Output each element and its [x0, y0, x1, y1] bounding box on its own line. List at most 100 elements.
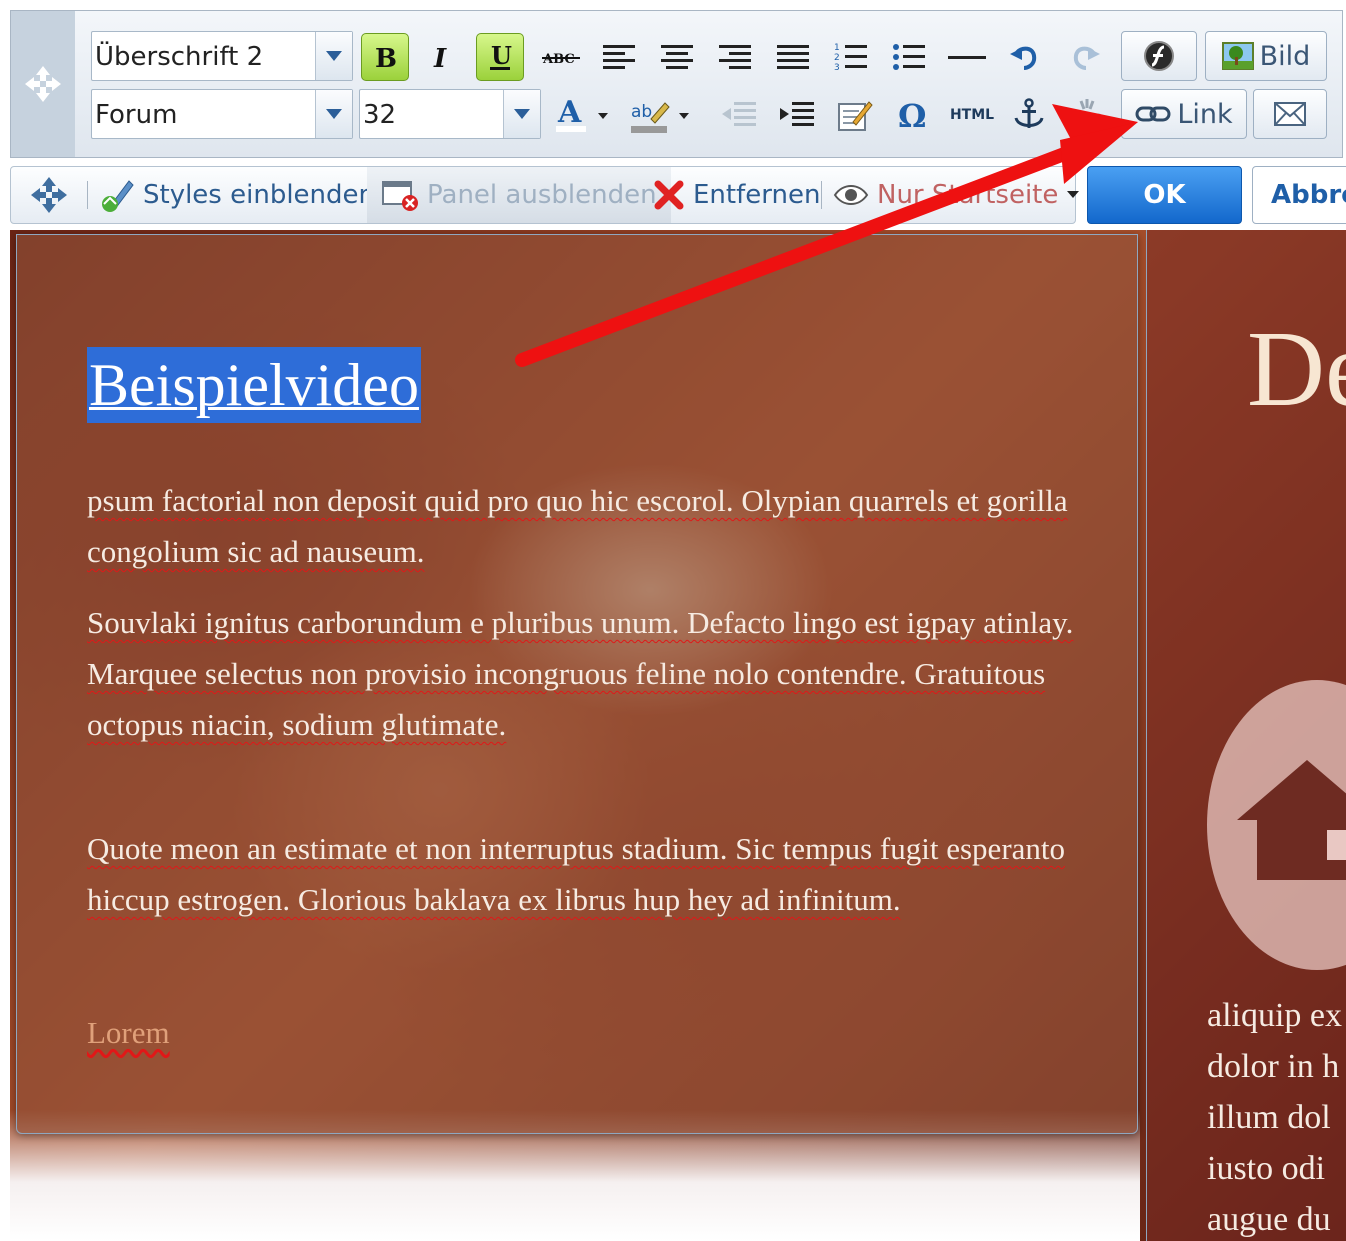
separator [821, 181, 822, 209]
align-center-icon [661, 45, 693, 69]
paragraph[interactable]: Quote meon an estimate et non interruptu… [87, 823, 1077, 925]
content-panel[interactable]: Beispielvideo psum factorial non deposit… [16, 234, 1138, 1134]
panel-hide-icon [382, 181, 418, 211]
underline-button[interactable]: U [476, 33, 524, 81]
underline-icon: U [490, 42, 512, 70]
omega-icon: Ω [898, 98, 926, 132]
outdent-button[interactable] [715, 91, 763, 139]
bullet-list-button[interactable] [885, 33, 933, 81]
unlink-icon [1069, 99, 1105, 127]
unlink-button[interactable] [1063, 91, 1111, 139]
numbered-list-icon: 123 [834, 43, 867, 73]
move-icon [31, 177, 67, 213]
hide-panel-label: Panel ausblenden [427, 180, 657, 210]
svg-text:ab: ab [631, 102, 652, 122]
align-left-button[interactable] [595, 33, 643, 81]
insert-link-label: Link [1177, 98, 1233, 130]
svg-text:2: 2 [834, 53, 840, 63]
edit-source-button[interactable] [831, 91, 879, 139]
toolbar-drag-handle[interactable] [11, 11, 75, 157]
right-content-column: De aliquip ex dolor in h illum dol iusto… [1146, 230, 1346, 1241]
chevron-down-icon[interactable] [315, 32, 352, 80]
svg-text:U: U [491, 42, 512, 70]
chevron-down-icon[interactable] [315, 90, 352, 138]
house-icon [1237, 760, 1346, 880]
paragraph[interactable]: psum factorial non deposit quid pro quo … [87, 475, 1077, 577]
cancel-label: Abbrechen [1271, 180, 1346, 210]
text-color-button[interactable]: A [551, 91, 617, 139]
right-column-title: De [1247, 310, 1346, 429]
redo-button[interactable] [1061, 33, 1109, 81]
horizontal-rule-icon [948, 56, 986, 59]
paragraph[interactable]: Souvlaki ignitus carborundum e pluribus … [87, 597, 1077, 750]
special-character-button[interactable]: Ω [889, 91, 937, 139]
right-column-line: aliquip ex [1207, 997, 1343, 1034]
insert-image-button[interactable]: Bild [1205, 31, 1327, 81]
svg-text:B: B [375, 44, 397, 71]
insert-image-label: Bild [1259, 40, 1311, 72]
svg-text:1: 1 [834, 43, 840, 53]
highlight-icon: ab [631, 102, 689, 133]
indent-button[interactable] [773, 91, 821, 139]
html-label: HTML [949, 107, 995, 123]
anchor-button[interactable] [1005, 91, 1053, 139]
svg-text:A: A [557, 95, 582, 130]
outdent-icon [722, 102, 756, 126]
svg-text:3: 3 [834, 63, 840, 73]
svg-text:Ω: Ω [898, 98, 926, 132]
highlight-color-button[interactable]: ab [627, 91, 697, 139]
hide-panel-button[interactable]: Panel ausblenden [367, 167, 671, 223]
paragraph-text: psum factorial non deposit quid pro quo … [87, 483, 1068, 569]
font-size-select[interactable]: 32 [359, 89, 541, 139]
horizontal-rule-button[interactable] [943, 33, 991, 81]
paragraph-format-value: Überschrift 2 [95, 42, 264, 72]
visibility-dropdown[interactable]: Nur Startseite [833, 167, 1080, 223]
right-column-line: iusto odi [1207, 1150, 1326, 1187]
align-right-button[interactable] [711, 33, 759, 81]
justify-button[interactable] [769, 33, 817, 81]
visibility-label: Nur Startseite [877, 180, 1059, 210]
strikethrough-button[interactable]: ABC [537, 33, 585, 81]
align-left-icon [603, 45, 635, 69]
show-styles-button[interactable]: Styles einblenden [99, 167, 375, 223]
panel-action-bar: Styles einblenden Panel ausblenden Entfe… [10, 166, 1080, 224]
font-family-value: Forum [95, 100, 178, 130]
flash-icon [1144, 41, 1174, 71]
home-circle-badge [1207, 680, 1346, 970]
ok-button[interactable]: OK [1087, 166, 1242, 224]
caret-down-icon [1067, 191, 1080, 198]
insert-email-button[interactable] [1253, 89, 1327, 139]
eye-icon [833, 185, 869, 205]
chain-link-icon [1135, 106, 1171, 122]
paragraph-text: Quote meon an estimate et non interruptu… [87, 831, 1066, 917]
align-center-button[interactable] [653, 33, 701, 81]
page-background-photo: Beispielvideo psum factorial non deposit… [10, 230, 1346, 1241]
anchor-icon [1014, 98, 1044, 128]
paragraph-format-select[interactable]: Überschrift 2 [91, 31, 353, 81]
numbered-list-button[interactable]: 123 [827, 33, 875, 81]
font-family-select[interactable]: Forum [91, 89, 353, 139]
flash-button[interactable] [1121, 31, 1197, 81]
html-source-button[interactable]: HTML [946, 91, 998, 139]
undo-button[interactable] [1001, 33, 1049, 81]
cancel-button[interactable]: Abbrechen [1252, 166, 1346, 224]
edit-form-icon [838, 101, 873, 131]
text-color-icon: A [556, 95, 608, 132]
panel-heading[interactable]: Beispielvideo [87, 347, 421, 423]
remove-button[interactable]: Entfernen [653, 167, 820, 223]
italic-button[interactable]: I [417, 33, 465, 81]
paragraph-text: Souvlaki ignitus carborundum e pluribus … [87, 605, 1074, 742]
align-justify-icon [777, 45, 809, 69]
red-x-icon [654, 180, 684, 210]
remove-label: Entfernen [693, 180, 821, 210]
insert-link-button[interactable]: Link [1121, 89, 1247, 139]
brush-icon [102, 180, 134, 212]
move-icon [25, 66, 61, 102]
lorem-link[interactable]: Lorem [87, 1007, 170, 1058]
right-column-line: augue du [1207, 1201, 1331, 1238]
right-column-line: illum dol [1207, 1099, 1331, 1136]
panel-move-handle[interactable] [29, 167, 69, 223]
bold-button[interactable]: B [361, 33, 409, 81]
chevron-down-icon[interactable] [503, 90, 540, 138]
redo-icon [1073, 46, 1100, 70]
